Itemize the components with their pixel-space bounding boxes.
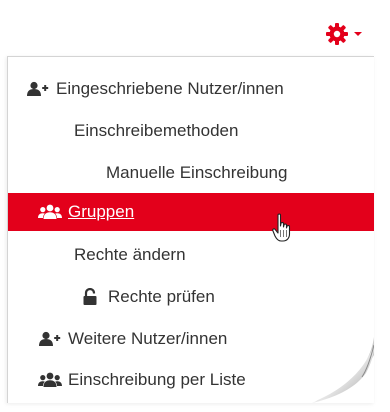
menu-item-eingeschriebene-nutzer[interactable]: Eingeschriebene Nutzer/innen xyxy=(8,70,374,108)
menu-item-einschreibemethoden[interactable]: Einschreibemethoden xyxy=(8,112,374,150)
page-curl-decoration xyxy=(286,315,374,403)
menu-item-rechte-pruefen[interactable]: Rechte prüfen xyxy=(8,278,374,316)
settings-menu-toggle[interactable] xyxy=(325,16,379,52)
menu-item-label: Einschreibung per Liste xyxy=(68,370,246,389)
gear-icon xyxy=(325,22,349,46)
user-plus-icon xyxy=(26,79,50,99)
user-plus-icon xyxy=(38,329,62,349)
users-icon xyxy=(38,370,62,390)
menu-item-label: Gruppen xyxy=(68,202,135,221)
menu-item-label: Manuelle Einschreibung xyxy=(106,163,288,182)
caret-down-icon xyxy=(353,30,363,38)
hand-pointer-cursor-icon xyxy=(272,213,291,242)
menu-item-rechte-aendern[interactable]: Rechte ändern xyxy=(8,236,374,274)
menu-item-label: Weitere Nutzer/innen xyxy=(68,329,228,348)
menu-item-label: Rechte ändern xyxy=(74,245,186,264)
menu-item-gruppen[interactable]: Gruppen xyxy=(8,193,374,231)
screen: Eingeschriebene Nutzer/innen Einschreibe… xyxy=(0,0,390,412)
menu-item-label: Eingeschriebene Nutzer/innen xyxy=(56,79,284,98)
settings-dropdown-menu: Eingeschriebene Nutzer/innen Einschreibe… xyxy=(7,56,374,403)
unlock-icon xyxy=(78,287,102,307)
menu-item-label: Rechte prüfen xyxy=(108,287,215,306)
menu-item-label: Einschreibemethoden xyxy=(74,121,239,140)
users-icon xyxy=(38,202,62,222)
menu-item-manuelle-einschreibung[interactable]: Manuelle Einschreibung xyxy=(8,154,374,192)
